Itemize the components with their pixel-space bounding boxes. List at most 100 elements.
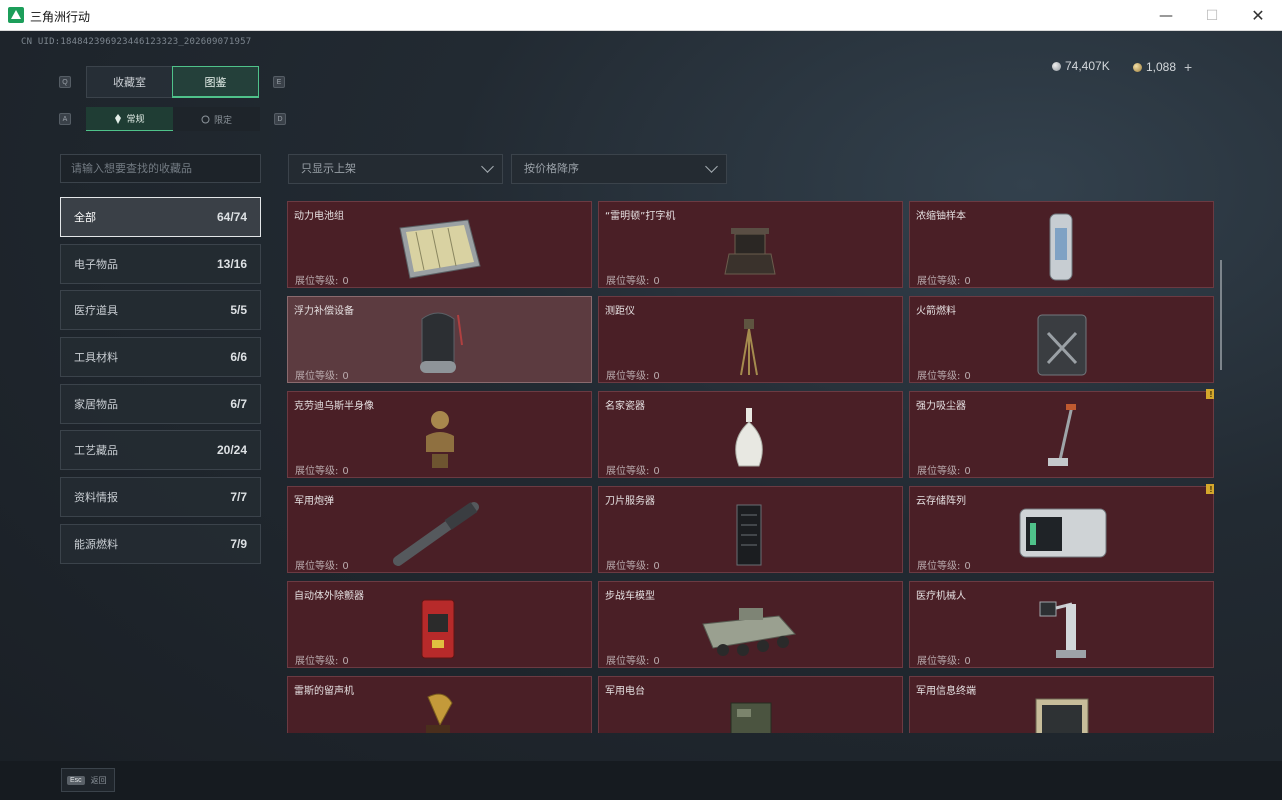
uranium-sample-icon [1049,213,1073,281]
category-label: 工艺藏品 [74,444,118,457]
storage-array-icon [1019,508,1107,558]
item-grid: 动力电池组 展位等级: 0 “雷明顿”打字机 展位等级: 0 浓缩铀样本 展位等… [287,201,1214,733]
category-intel[interactable]: 资料情报 7/7 [60,477,261,517]
typewriter-icon [724,228,776,275]
back-button[interactable]: Esc 返回 [61,768,115,792]
item-level: 展位等级: 0 [606,561,660,572]
military-radio-icon [730,702,772,733]
item-name: 医疗机械人 [916,591,966,602]
shelf-filter-value: 只显示上架 [301,162,356,175]
item-name: 雷斯的留声机 [294,686,354,697]
item-name: 浓缩铀样本 [916,211,966,222]
item-name: 浮力补偿设备 [294,306,354,317]
key-hint-d: D [274,113,286,125]
item-level: 展位等级: 0 [295,466,349,477]
warning-badge: ! [1206,484,1214,494]
category-count: 20/24 [216,443,247,457]
item-card[interactable]: 医疗机械人 展位等级: 0 [909,581,1214,668]
category-tools[interactable]: 工具材料 6/6 [60,337,261,377]
category-crafts[interactable]: 工艺藏品 20/24 [60,430,261,470]
item-card[interactable]: “雷明顿”打字机 展位等级: 0 [598,201,903,288]
category-count: 6/7 [230,397,247,411]
item-card[interactable]: 动力电池组 展位等级: 0 [287,201,592,288]
item-card[interactable]: 克劳迪乌斯半身像 展位等级: 0 [287,391,592,478]
item-card[interactable]: 刀片服务器 展位等级: 0 [598,486,903,573]
artillery-shell-icon [393,502,479,566]
item-level: 展位等级: 0 [295,371,349,382]
defibrillator-icon [421,599,455,659]
item-card[interactable]: 浮力补偿设备 展位等级: 0 [287,296,592,383]
player-uid: CN UID:1848423969234461233​23_2026090719… [21,37,252,47]
maximize-button[interactable]: ☐ [1189,0,1235,31]
item-card[interactable]: 军用电台 展位等级: [598,676,903,733]
sort-dropdown[interactable]: 按价格降序 [511,154,727,184]
item-name: 强力吸尘器 [916,401,966,412]
item-level: 展位等级: 0 [917,561,971,572]
category-medical[interactable]: 医疗道具 5/5 [60,290,261,330]
item-card[interactable]: 浓缩铀样本 展位等级: 0 [909,201,1214,288]
item-card[interactable]: 火箭燃料 展位等级: 0 [909,296,1214,383]
category-electronics[interactable]: 电子物品 13/16 [60,244,261,284]
close-button[interactable]: ✕ [1235,0,1281,31]
item-card[interactable]: 步战车模型 展位等级: 0 [598,581,903,668]
chevron-down-icon [481,160,494,173]
category-label: 电子物品 [74,258,118,271]
rocket-fuel-icon [1037,314,1087,376]
regular-icon [115,113,122,124]
warning-badge: ! [1206,389,1214,399]
key-hint-e: E [273,76,285,88]
subtab-limited-label: 限定 [213,115,232,126]
item-level: 展位等级: 0 [917,656,971,667]
sort-value: 按价格降序 [524,162,579,175]
item-name: 步战车模型 [605,591,655,602]
category-household[interactable]: 家居物品 6/7 [60,384,261,424]
item-name: 动力电池组 [294,211,344,222]
item-card[interactable]: 军用炮弹 展位等级: 0 [287,486,592,573]
subtab-regular[interactable]: 常规 [86,107,173,131]
tab-atlas[interactable]: 图鉴 [172,66,259,98]
item-name: 火箭燃料 [916,306,956,317]
key-hint-a: A [59,113,71,125]
item-name: 名家瓷器 [605,401,645,412]
item-card[interactable]: 强力吸尘器 ! 展位等级: 0 [909,389,1214,478]
add-currency-button[interactable]: + [1184,59,1192,75]
minimize-button[interactable]: — [1143,0,1189,31]
item-card[interactable]: 军用信息终端 展位等级: [909,676,1214,733]
silver-coin-icon [1052,61,1061,71]
subtab-limited[interactable]: 限定 [173,107,260,131]
item-name: 军用电台 [605,686,645,697]
category-label: 资料情报 [74,491,118,504]
app-logo-icon [8,7,24,23]
item-level: 展位等级: 0 [295,276,349,287]
item-card[interactable]: 雷斯的留声机 展位等级: [287,676,592,733]
gold-currency[interactable]: 1,088 + [1133,59,1192,75]
info-terminal-icon [1035,698,1089,733]
battery-pack-icon [399,219,481,279]
item-card[interactable]: 测距仪 展位等级: 0 [598,296,903,383]
item-name: 测距仪 [605,306,635,317]
category-count: 7/9 [230,537,247,551]
shelf-filter-dropdown[interactable]: 只显示上架 [288,154,503,184]
category-all[interactable]: 全部 64/74 [60,197,261,237]
category-label: 家居物品 [74,398,118,411]
back-label: 返回 [90,775,107,785]
item-card[interactable]: 云存储阵列 ! 展位等级: 0 [909,484,1214,573]
key-hint-q: Q [59,76,71,88]
item-level: 展位等级: 0 [917,276,971,287]
grid-scrollbar[interactable] [1220,260,1222,370]
item-name: 云存储阵列 [916,496,966,507]
subtab-regular-label: 常规 [126,115,145,125]
buoyancy-device-icon [420,312,463,373]
category-energy[interactable]: 能源燃料 7/9 [60,524,261,564]
rangefinder-icon [740,319,758,376]
gold-coin-icon [1133,62,1142,72]
item-level: 展位等级: 0 [917,466,971,477]
search-input[interactable]: 请输入想要查找的收藏品 [60,154,261,183]
item-card[interactable]: 名家瓷器 展位等级: 0 [598,391,903,478]
item-card[interactable]: 自动体外除颤器 展位等级: 0 [287,581,592,668]
category-label: 工具材料 [74,351,118,364]
item-level: 展位等级: 0 [606,466,660,477]
item-name: 军用信息终端 [916,686,976,697]
tab-collection-room[interactable]: 收藏室 [86,66,173,98]
item-level: 展位等级: 0 [606,371,660,382]
